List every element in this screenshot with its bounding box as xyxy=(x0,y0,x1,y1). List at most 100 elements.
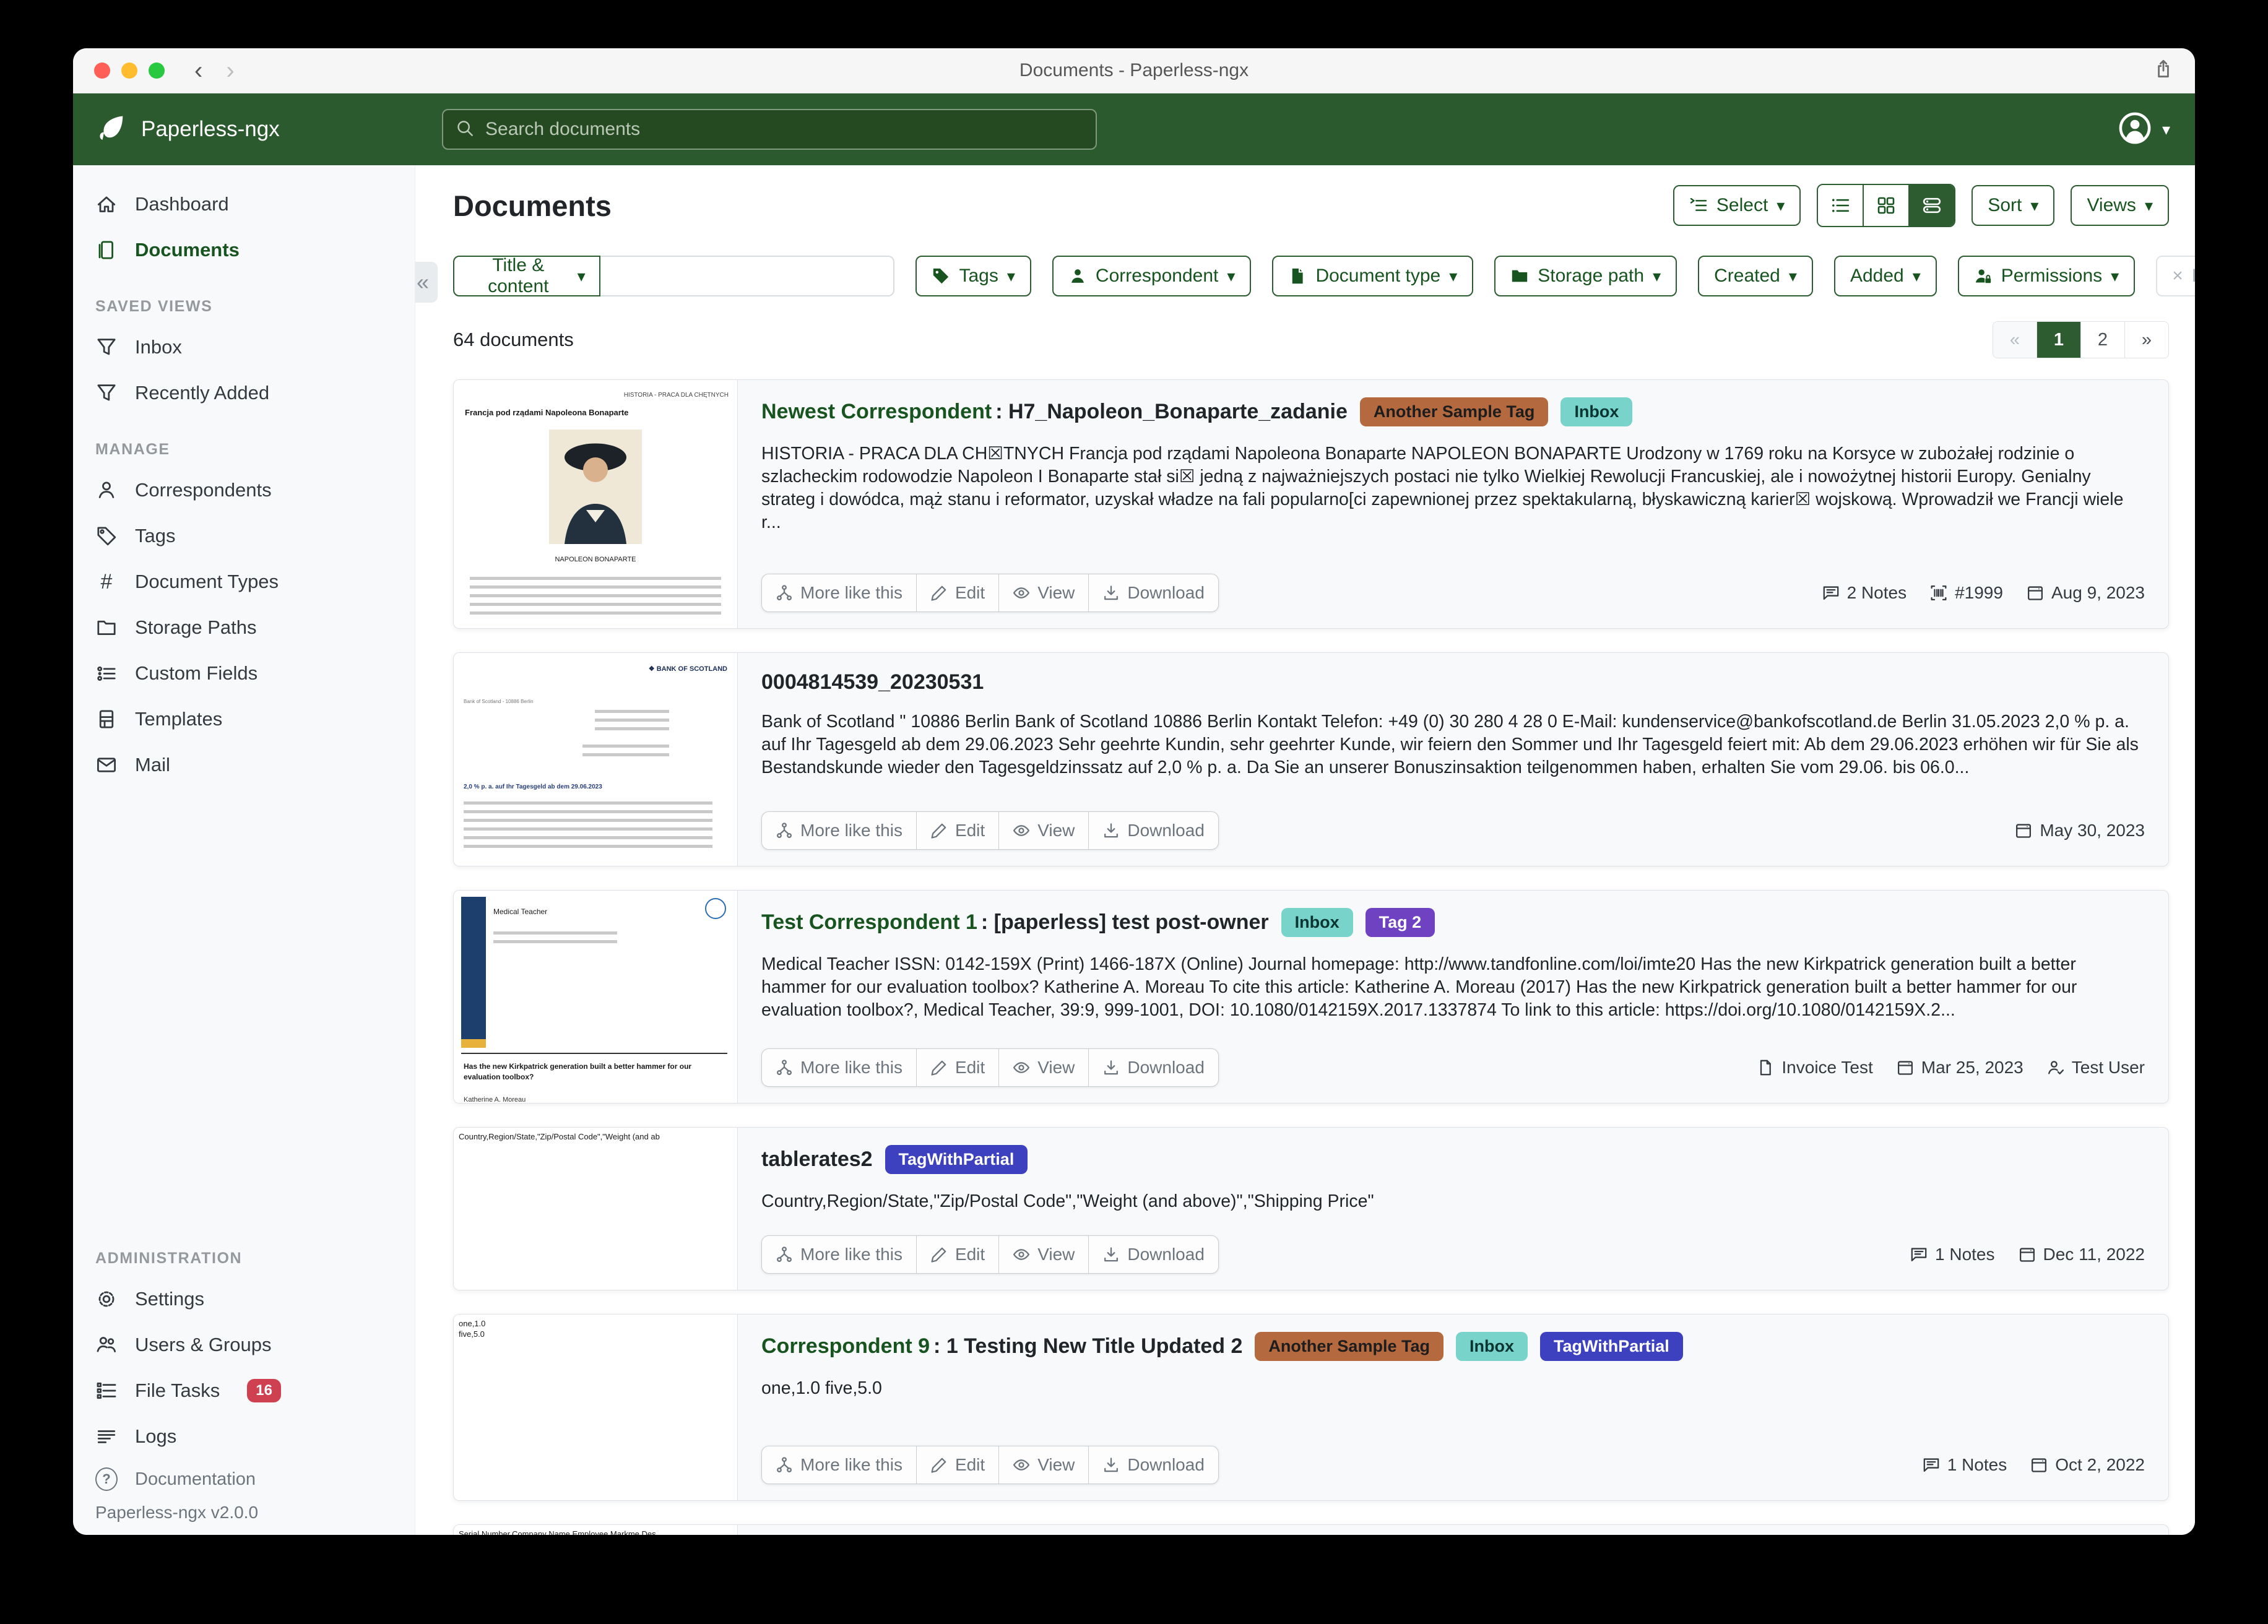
user-menu[interactable]: ▾ xyxy=(2118,111,2170,149)
document-title[interactable]: 0004814539_20230531 xyxy=(761,670,984,694)
sidebar-item-mail[interactable]: Mail xyxy=(73,742,415,788)
search-field-selector[interactable]: Title & content▾ xyxy=(453,256,600,296)
tag-badge[interactable]: Another Sample Tag xyxy=(1255,1332,1443,1361)
edit-button[interactable]: Edit xyxy=(917,1236,999,1273)
view-button[interactable]: View xyxy=(999,1049,1089,1086)
sidebar-item-settings[interactable]: Settings xyxy=(73,1276,415,1322)
tag-badge[interactable]: Inbox xyxy=(1281,908,1353,937)
document-thumbnail[interactable]: Medical Teacher Has the new Kirkpatrick … xyxy=(454,891,738,1103)
sidebar-item-documents[interactable]: Documents xyxy=(73,227,415,273)
document-thumbnail[interactable]: ❖ BANK OF SCOTLAND Bank of Scotland - 10… xyxy=(454,653,738,866)
tag-badge[interactable]: TagWithPartial xyxy=(1540,1332,1683,1361)
sidebar-item-inbox[interactable]: Inbox xyxy=(73,324,415,370)
action-label: Edit xyxy=(955,1245,985,1264)
tags-filter-button[interactable]: Tags▾ xyxy=(915,256,1031,296)
document-title[interactable]: : [paperless] test post-owner xyxy=(981,910,1269,935)
edit-button[interactable]: Edit xyxy=(917,812,999,849)
document-excerpt: HISTORIA - PRACA DLA CH☒TNYCH Francja po… xyxy=(761,443,2145,534)
more-like-this-button[interactable]: More like this xyxy=(762,812,917,849)
sidebar-item-users-groups[interactable]: Users & Groups xyxy=(73,1322,415,1368)
more-like-this-button[interactable]: More like this xyxy=(762,1049,917,1086)
date-label: Oct 2, 2022 xyxy=(2055,1455,2145,1475)
document-thumbnail[interactable]: HISTORIA - PRACA DLA CHĘTNYCH Francja po… xyxy=(454,380,738,628)
pagination-next[interactable]: » xyxy=(2125,322,2168,358)
view-button[interactable]: View xyxy=(999,812,1089,849)
view-button[interactable]: View xyxy=(999,1236,1089,1273)
document-title[interactable]: : 1 Testing New Title Updated 2 xyxy=(933,1334,1242,1358)
more-like-this-button[interactable]: More like this xyxy=(762,1236,917,1273)
sidebar-collapse-button[interactable]: « xyxy=(415,262,438,303)
sidebar-item-correspondents[interactable]: Correspondents xyxy=(73,467,415,513)
document-thumbnail[interactable]: Country,Region/State,"Zip/Postal Code","… xyxy=(454,1128,738,1290)
view-mode-grid-button[interactable] xyxy=(1864,185,1910,226)
content-header: Documents Select▾ xyxy=(453,184,2169,227)
sidebar-item-document-types[interactable]: # Document Types xyxy=(73,559,415,605)
view-mode-table-button[interactable] xyxy=(1818,185,1864,226)
filter-text-input[interactable] xyxy=(600,256,895,296)
document-card[interactable]: HISTORIA - PRACA DLA CHĘTNYCH Francja po… xyxy=(453,379,2169,629)
download-button[interactable]: Download xyxy=(1089,1236,1218,1273)
storage-path-filter-button[interactable]: Storage path▾ xyxy=(1494,256,1677,296)
tag-badge[interactable]: Tag 2 xyxy=(1366,908,1435,937)
download-button[interactable]: Download xyxy=(1089,574,1218,611)
document-card[interactable]: Serial Number,Company Name,Employee Mark… xyxy=(453,1524,2169,1535)
more-like-this-button[interactable]: More like this xyxy=(762,1446,917,1484)
sidebar-item-recently-added[interactable]: Recently Added xyxy=(73,370,415,416)
created-filter-button[interactable]: Created▾ xyxy=(1698,256,1813,296)
edit-button[interactable]: Edit xyxy=(917,1446,999,1484)
view-mode-detail-button[interactable] xyxy=(1910,185,1954,226)
view-button[interactable]: View xyxy=(999,1446,1089,1484)
document-card[interactable]: one,1.0five,5.0 Correspondent 9: 1 Testi… xyxy=(453,1314,2169,1501)
pagination-page-2[interactable]: 2 xyxy=(2081,322,2125,358)
search-input[interactable] xyxy=(484,118,1083,140)
document-card[interactable]: ❖ BANK OF SCOTLAND Bank of Scotland - 10… xyxy=(453,652,2169,866)
document-thumbnail[interactable]: Serial Number,Company Name,Employee Mark… xyxy=(454,1525,738,1535)
views-button[interactable]: Views▾ xyxy=(2071,185,2169,226)
sidebar-item-logs[interactable]: Logs xyxy=(73,1414,415,1459)
added-filter-button[interactable]: Added▾ xyxy=(1834,256,1937,296)
tag-badge[interactable]: Another Sample Tag xyxy=(1360,397,1549,426)
tag-badge[interactable]: Inbox xyxy=(1560,397,1632,426)
share-icon[interactable] xyxy=(2153,59,2174,83)
sidebar-item-storage-paths[interactable]: Storage Paths xyxy=(73,605,415,650)
sidebar-item-file-tasks[interactable]: File Tasks 16 xyxy=(73,1368,415,1414)
reset-filters-button[interactable]: × Reset filters xyxy=(2156,256,2195,296)
tag-badge[interactable]: TagWithPartial xyxy=(885,1145,1028,1174)
global-search[interactable] xyxy=(442,109,1097,150)
sort-button[interactable]: Sort▾ xyxy=(1972,185,2054,226)
sidebar-item-label: Tags xyxy=(135,525,175,547)
download-button[interactable]: Download xyxy=(1089,812,1218,849)
download-button[interactable]: Download xyxy=(1089,1049,1218,1086)
document-type-filter-button[interactable]: Document type▾ xyxy=(1272,256,1473,296)
download-button[interactable]: Download xyxy=(1089,1446,1218,1484)
brand[interactable]: Paperless-ngx xyxy=(98,114,442,145)
notes-indicator[interactable]: 1 Notes xyxy=(1910,1245,1995,1264)
edit-button[interactable]: Edit xyxy=(917,1049,999,1086)
correspondent-filter-button[interactable]: Correspondent▾ xyxy=(1052,256,1252,296)
sidebar-item-custom-fields[interactable]: Custom Fields xyxy=(73,650,415,696)
edit-button[interactable]: Edit xyxy=(917,574,999,611)
document-title[interactable]: tablerates2 xyxy=(761,1147,873,1172)
more-like-this-button[interactable]: More like this xyxy=(762,574,917,611)
notes-indicator[interactable]: 1 Notes xyxy=(1923,1455,2007,1475)
select-button[interactable]: Select▾ xyxy=(1673,185,1801,226)
sidebar-item-dashboard[interactable]: Dashboard xyxy=(73,181,415,227)
tag-badge[interactable]: Inbox xyxy=(1456,1332,1528,1361)
document-card[interactable]: Country,Region/State,"Zip/Postal Code","… xyxy=(453,1127,2169,1290)
sidebar-item-tags[interactable]: Tags xyxy=(73,513,415,559)
document-type-indicator[interactable]: Invoice Test xyxy=(1757,1058,1872,1078)
permissions-filter-button[interactable]: Permissions▾ xyxy=(1958,256,2135,296)
correspondent-link[interactable]: Test Correspondent 1 xyxy=(761,910,977,935)
document-card[interactable]: Medical Teacher Has the new Kirkpatrick … xyxy=(453,890,2169,1104)
correspondent-link[interactable]: Newest Correspondent xyxy=(761,400,992,424)
sidebar-item-templates[interactable]: Templates xyxy=(73,696,415,742)
select-label: Select xyxy=(1716,195,1768,216)
pagination-prev[interactable]: « xyxy=(1993,322,2037,358)
pagination-page-1[interactable]: 1 xyxy=(2037,322,2081,358)
view-button[interactable]: View xyxy=(999,574,1089,611)
sidebar-item-documentation[interactable]: ? Documentation xyxy=(73,1459,415,1499)
document-title[interactable]: : H7_Napoleon_Bonaparte_zadanie xyxy=(995,400,1348,424)
document-thumbnail[interactable]: one,1.0five,5.0 xyxy=(454,1315,738,1500)
notes-indicator[interactable]: 2 Notes xyxy=(1822,583,1907,603)
correspondent-link[interactable]: Correspondent 9 xyxy=(761,1334,930,1358)
